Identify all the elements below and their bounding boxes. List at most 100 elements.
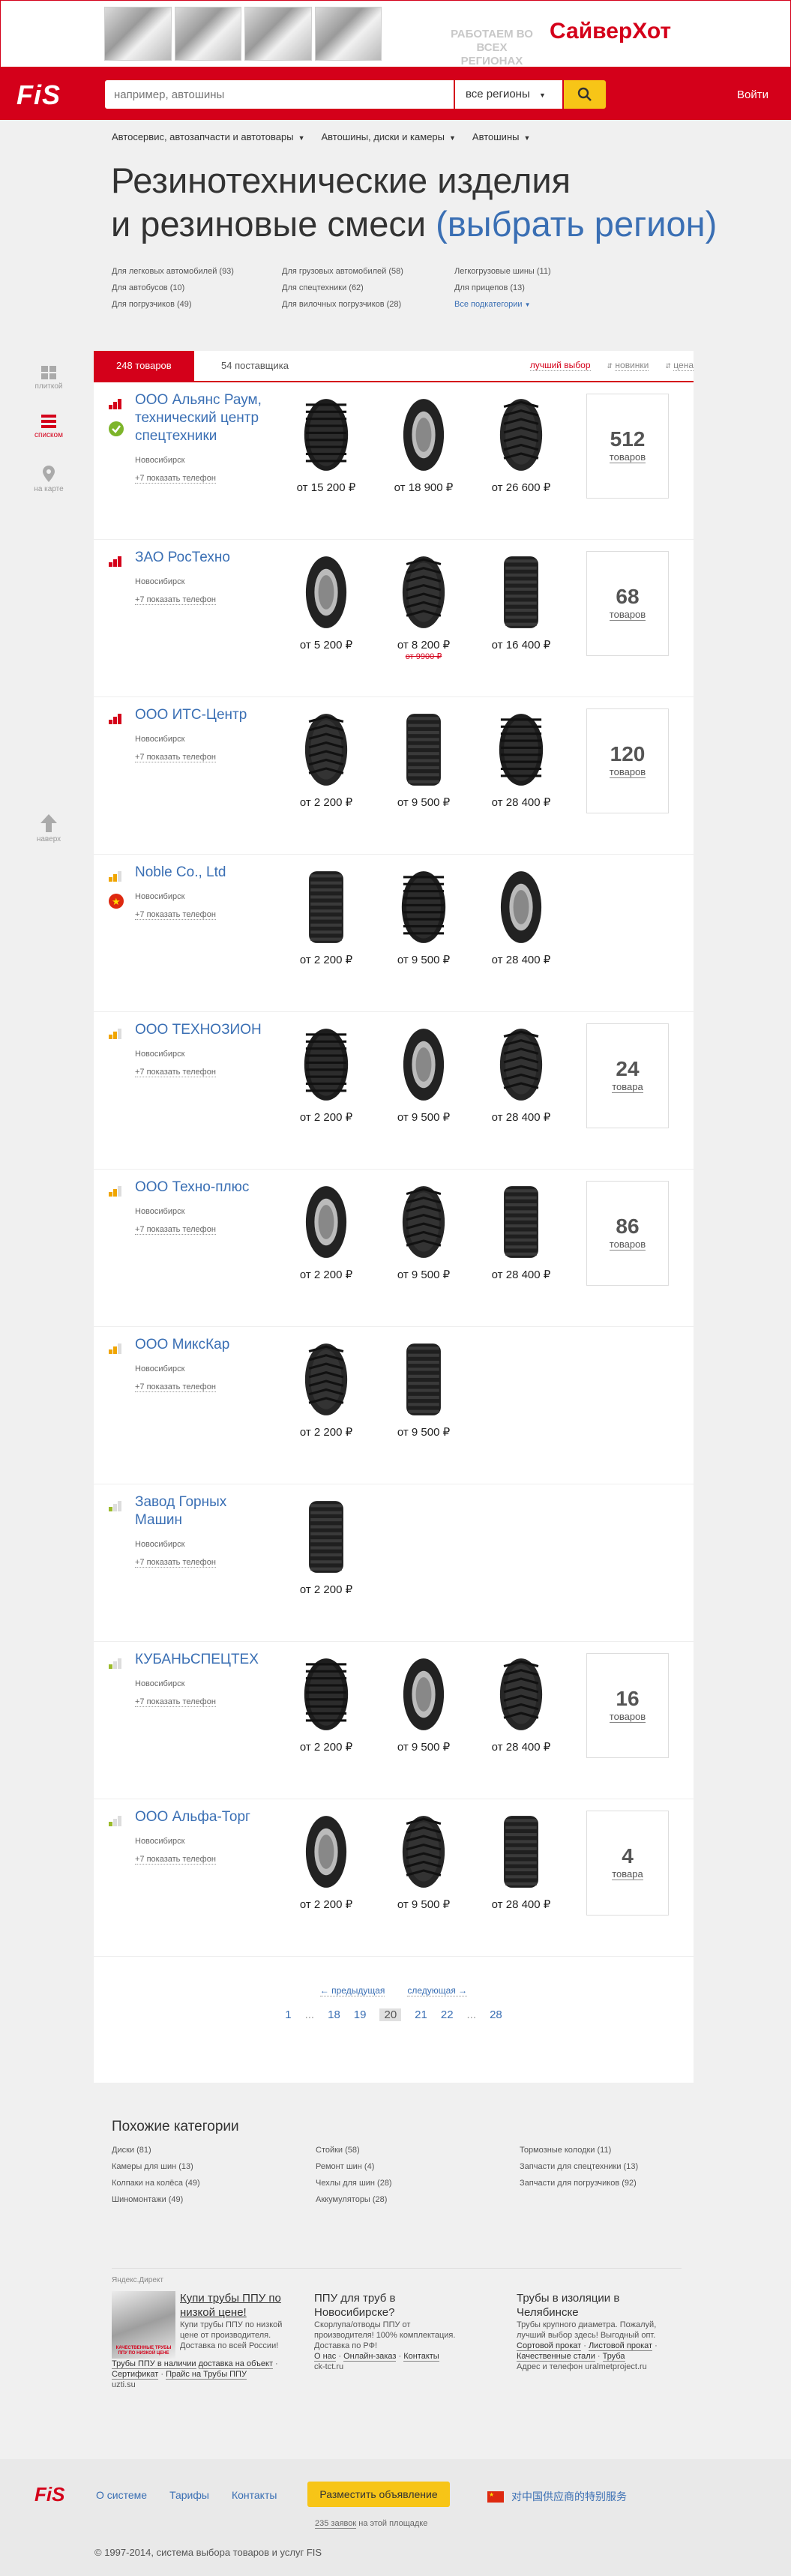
similar-category-link[interactable]: Чехлы для шин (28) [316, 2179, 520, 2188]
ad-title[interactable]: Трубы в изоляции в Челябинске [517, 2291, 682, 2320]
product-card[interactable]: от 9 500 ₽ [382, 1338, 465, 1439]
subcategory-link[interactable]: Для прицепов (13) [454, 283, 574, 292]
subcategory-link[interactable]: Для спецтехники (62) [282, 283, 454, 292]
product-card[interactable]: от 9 500 ₽ [382, 1653, 465, 1754]
goods-count-box[interactable]: 4 товара [586, 1811, 669, 1916]
company-name-link[interactable]: ООО ИТС-Центр [135, 706, 274, 724]
subcategory-link[interactable]: Для автобусов (10) [112, 283, 282, 292]
company-name-link[interactable]: Noble Co., Ltd [135, 864, 274, 882]
footer-link-about[interactable]: О системе [96, 2489, 147, 2501]
next-page-link[interactable]: следующая → [407, 1985, 468, 1996]
subcategory-link[interactable]: Для легковых автомобилей (93) [112, 267, 282, 276]
footer-logo[interactable]: FiS [34, 2483, 64, 2506]
goods-count-box[interactable]: 120 товаров [586, 708, 669, 813]
product-card[interactable]: от 28 400 ₽ [480, 1653, 562, 1754]
goods-count-box[interactable]: 16 товаров [586, 1653, 669, 1758]
show-phone-link[interactable]: +7 показать телефон [135, 1697, 216, 1707]
subcategory-link[interactable]: Для грузовых автомобилей (58) [282, 267, 454, 276]
company-name-link[interactable]: ООО МиксКар [135, 1336, 274, 1354]
subcategory-link[interactable]: Для погрузчиков (49) [112, 300, 282, 309]
site-logo[interactable]: FiS [16, 79, 61, 111]
company-name-link[interactable]: ЗАО РосТехно [135, 549, 274, 567]
product-card[interactable]: от 28 400 ₽ [480, 866, 562, 966]
product-card[interactable]: от 26 600 ₽ [480, 394, 562, 494]
company-name-link[interactable]: ООО Альфа-Торг [135, 1808, 274, 1826]
goods-count-box[interactable]: 86 товаров [586, 1181, 669, 1286]
ad-title[interactable]: ППУ для труб в Новосибирске? [314, 2291, 472, 2320]
similar-category-link[interactable]: Камеры для шин (13) [112, 2162, 316, 2171]
view-map-button[interactable]: на карте [22, 466, 75, 493]
product-card[interactable]: от 5 200 ₽ [285, 551, 367, 651]
prev-page-link[interactable]: ← предыдущая [319, 1985, 385, 1996]
requests-link[interactable]: 235 заявок [315, 2519, 357, 2529]
ad-block-1[interactable]: КАЧЕСТВЕННЫЕ ТРУБЫ ППУ ПО НИЗКОЙ ЦЕНЕ Ку… [112, 2291, 284, 2390]
login-link[interactable]: Войти [737, 88, 769, 101]
search-button[interactable] [564, 80, 606, 109]
page-link[interactable]: 19 [354, 2008, 367, 2021]
similar-category-link[interactable]: Запчасти для погрузчиков (92) [520, 2179, 715, 2188]
product-card[interactable]: от 28 400 ₽ [480, 1811, 562, 1911]
product-card[interactable]: от 2 200 ₽ [285, 1653, 367, 1754]
similar-category-link[interactable]: Диски (81) [112, 2146, 316, 2155]
breadcrumb-item[interactable]: Автосервис, автозапчасти и автотовары ▼ [112, 131, 305, 142]
product-card[interactable]: от 9 500 ₽ [382, 866, 465, 966]
product-card[interactable]: от 8 200 ₽ от 9900 ₽ [382, 551, 465, 661]
ad-block-2[interactable]: ППУ для труб в Новосибирске? Скорлупа/от… [314, 2291, 472, 2372]
region-select[interactable]: все регионы ▼ [455, 80, 562, 109]
subcategory-link[interactable]: Легкогрузовые шины (11) [454, 267, 574, 276]
page-link[interactable]: 18 [328, 2008, 340, 2021]
show-phone-link[interactable]: +7 показать телефон [135, 910, 216, 920]
goods-count-box[interactable]: 68 товаров [586, 551, 669, 656]
product-card[interactable]: от 16 400 ₽ [480, 551, 562, 651]
goods-count-box[interactable]: 24 товара [586, 1023, 669, 1128]
product-card[interactable]: от 28 400 ₽ [480, 1023, 562, 1124]
tab-goods[interactable]: 248 товаров [94, 351, 194, 381]
product-card[interactable]: от 9 500 ₽ [382, 1023, 465, 1124]
search-input[interactable] [105, 80, 454, 109]
product-card[interactable]: от 2 200 ₽ [285, 1811, 367, 1911]
page-link[interactable]: 21 [415, 2008, 427, 2021]
similar-category-link[interactable]: Запчасти для спецтехники (13) [520, 2162, 715, 2171]
similar-category-link[interactable]: Стойки (58) [316, 2146, 520, 2155]
place-ad-button[interactable]: Разместить объявление [307, 2482, 450, 2507]
show-phone-link[interactable]: +7 показать телефон [135, 474, 216, 484]
show-phone-link[interactable]: +7 показать телефон [135, 753, 216, 762]
similar-category-link[interactable]: Колпаки на колёса (49) [112, 2179, 316, 2188]
similar-category-link[interactable]: Аккумуляторы (28) [316, 2195, 520, 2204]
product-card[interactable]: от 15 200 ₽ [285, 394, 367, 494]
breadcrumb-item[interactable]: Автошины ▼ [472, 131, 530, 142]
page-link[interactable]: 1 [285, 2008, 291, 2021]
product-card[interactable]: от 2 200 ₽ [285, 1338, 367, 1439]
top-banner-ad[interactable]: РАБОТАЕМ ВО ВСЕХ РЕГИОНАХ СайверХот [0, 0, 791, 67]
ad-block-3[interactable]: Трубы в изоляции в Челябинске Трубы круп… [517, 2291, 682, 2372]
product-card[interactable]: от 2 200 ₽ [285, 1496, 367, 1596]
subcategory-link[interactable]: Для вилочных погрузчиков (28) [282, 300, 454, 309]
similar-category-link[interactable]: Шиномонтажи (49) [112, 2195, 316, 2204]
footer-link-contacts[interactable]: Контакты [232, 2489, 277, 2501]
similar-category-link[interactable]: Ремонт шин (4) [316, 2162, 520, 2171]
show-phone-link[interactable]: +7 показать телефон [135, 1855, 216, 1865]
banner-brand[interactable]: СайверХот [550, 19, 671, 44]
view-list-button[interactable]: списком [22, 415, 75, 439]
show-phone-link[interactable]: +7 показать телефон [135, 1382, 216, 1392]
product-card[interactable]: от 9 500 ₽ [382, 1181, 465, 1281]
product-card[interactable]: от 2 200 ₽ [285, 1181, 367, 1281]
product-card[interactable]: от 2 200 ₽ [285, 866, 367, 966]
show-phone-link[interactable]: +7 показать телефон [135, 1558, 216, 1568]
show-phone-link[interactable]: +7 показать телефон [135, 1225, 216, 1235]
sort-price[interactable]: ⇵ цена [665, 360, 694, 371]
page-link[interactable]: 28 [490, 2008, 502, 2021]
sort-best[interactable]: лучший выбор [529, 360, 591, 371]
footer-link-tariffs[interactable]: Тарифы [169, 2489, 209, 2501]
page-link[interactable]: 22 [441, 2008, 454, 2021]
product-card[interactable]: от 28 400 ₽ [480, 708, 562, 809]
view-tiles-button[interactable]: плиткой [22, 366, 75, 391]
company-name-link[interactable]: ООО Техно-плюс [135, 1179, 274, 1197]
breadcrumb-item[interactable]: Автошины, диски и камеры ▼ [322, 131, 456, 142]
company-name-link[interactable]: ООО ТЕХНОЗИОН [135, 1021, 274, 1039]
tab-suppliers[interactable]: 54 поставщика [199, 351, 311, 381]
sort-new[interactable]: ⇵ новинки [607, 360, 649, 371]
choose-region-link[interactable]: (выбрать регион) [436, 204, 717, 244]
product-card[interactable]: от 28 400 ₽ [480, 1181, 562, 1281]
product-card[interactable]: от 18 900 ₽ [382, 394, 465, 494]
